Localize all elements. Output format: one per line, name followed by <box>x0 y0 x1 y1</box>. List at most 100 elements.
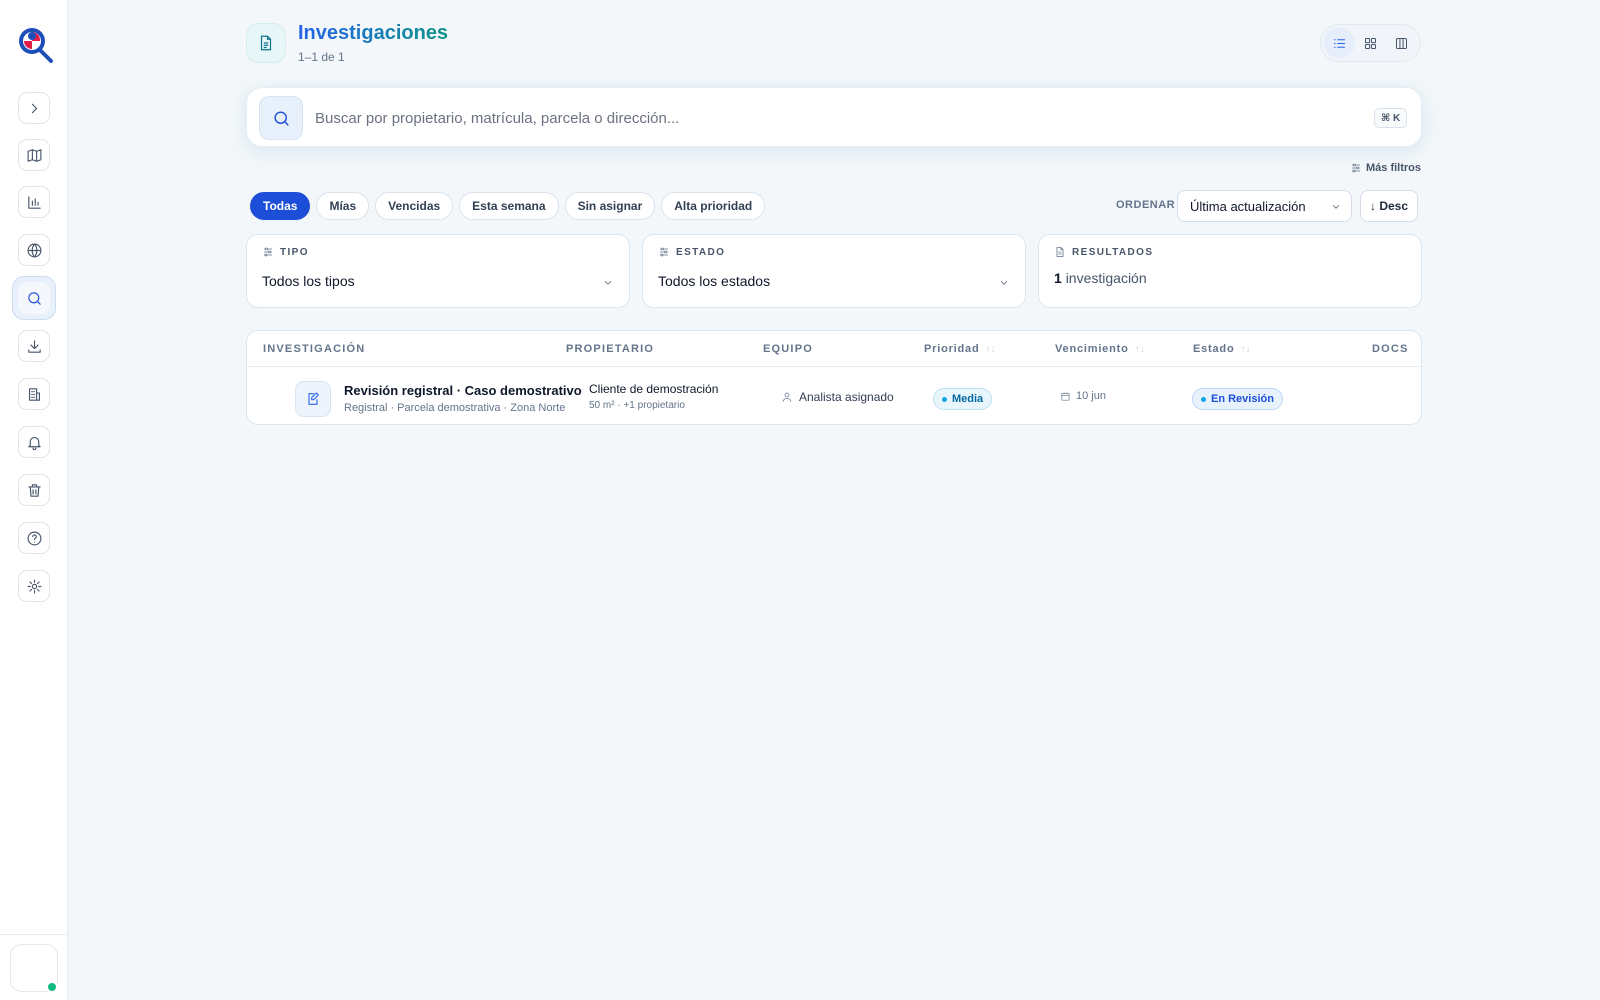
search-input[interactable] <box>315 103 1315 133</box>
view-mode-toggle <box>1320 24 1421 62</box>
column-prioridad-sort[interactable]: Prioridad ↑↓ <box>924 343 996 355</box>
sort-direction-button[interactable]: ↓ Desc <box>1360 190 1418 222</box>
results-label-wrap: RESULTADOS <box>1054 246 1153 258</box>
sliders-icon <box>264 247 272 257</box>
user-icon <box>782 392 792 402</box>
estado-label: ESTADO <box>676 246 726 258</box>
priority-dot <box>942 396 947 402</box>
chevron-down-icon <box>1000 281 1008 285</box>
sidebar-divider <box>0 934 68 935</box>
nav-download-button[interactable] <box>18 330 50 362</box>
tipo-label-wrap: TIPO <box>262 246 309 258</box>
sort-label: ORDENAR <box>1116 199 1176 211</box>
keyboard-shortcut-hint: ⌘ K <box>1374 108 1408 128</box>
results-label: RESULTADOS <box>1072 246 1154 258</box>
investigations-table: INVESTIGACIÓN PROPIETARIO EQUIPO Priorid… <box>246 330 1422 425</box>
columns-icon <box>1396 37 1407 49</box>
results-card: RESULTADOS 1 investigación <box>1038 234 1422 308</box>
column-docs-label: DOCS <box>1372 343 1409 355</box>
column-propietario: PROPIETARIO <box>566 343 654 355</box>
list-icon <box>1334 38 1345 48</box>
nav-map-button[interactable] <box>18 139 50 171</box>
expand-sidebar-button[interactable] <box>18 92 50 124</box>
sort-arrows-icon: ↑↓ <box>1134 343 1145 355</box>
table-header: INVESTIGACIÓN PROPIETARIO EQUIPO Priorid… <box>247 331 1421 367</box>
app-logo[interactable] <box>15 24 55 64</box>
page-title: Investigaciones <box>298 22 449 44</box>
column-propietario-label: PROPIETARIO <box>566 343 655 355</box>
chip-todas[interactable]: Todas <box>250 192 311 220</box>
chip-vencidas[interactable]: Vencidas <box>375 192 454 220</box>
nav-notifications-button[interactable] <box>18 426 50 458</box>
grid-view-button[interactable] <box>1355 28 1386 58</box>
column-equipo: EQUIPO <box>763 343 813 355</box>
results-count: 1 <box>1054 270 1062 286</box>
sliders-icon <box>660 247 668 257</box>
nav-analytics-button[interactable] <box>18 186 50 218</box>
list-view-button[interactable] <box>1324 28 1355 58</box>
sliders-icon <box>1352 163 1360 173</box>
chip-mias[interactable]: Mías <box>316 192 370 220</box>
map-icon <box>27 148 41 162</box>
row-due-date: 10 jun <box>1060 390 1106 402</box>
row-subtitle: Registral · Parcela demostrativa · Zona … <box>344 402 566 414</box>
estado-filter-card[interactable]: ESTADO Todos los estados <box>642 234 1026 308</box>
column-vencimiento-sort[interactable]: Vencimiento ↑↓ <box>1055 343 1145 355</box>
table-row[interactable]: Revisión registral · Caso demostrativo R… <box>247 367 1421 424</box>
row-team-label: Analista asignado <box>799 390 894 404</box>
sidebar <box>0 0 68 1000</box>
search-icon <box>273 110 289 126</box>
help-icon <box>27 531 41 545</box>
nav-search-button[interactable] <box>12 276 56 320</box>
column-estado-label: Estado <box>1193 343 1235 355</box>
search-button[interactable] <box>259 96 303 140</box>
tipo-filter-card[interactable]: TIPO Todos los tipos <box>246 234 630 308</box>
grid-icon <box>1365 37 1376 49</box>
chevron-down-icon <box>1332 205 1340 209</box>
nav-help-button[interactable] <box>18 522 50 554</box>
nav-buildings-button[interactable] <box>18 378 50 410</box>
building-icon <box>28 387 40 401</box>
results-value: 1 investigación <box>1054 270 1147 286</box>
column-vencimiento-label: Vencimiento <box>1055 343 1129 355</box>
priority-badge: Media <box>933 388 993 410</box>
status-dot <box>1201 396 1206 402</box>
online-status-indicator <box>46 981 58 993</box>
globe-icon <box>27 243 41 257</box>
row-title: Revisión registral · Caso demostrativo <box>344 383 582 398</box>
sort-arrows-icon: ↑↓ <box>985 343 996 355</box>
document-icon <box>1056 247 1064 257</box>
status-label: En Revisión <box>1211 393 1274 405</box>
chip-esta-semana[interactable]: Esta semana <box>459 192 559 220</box>
sort-select-value: Última actualización <box>1190 198 1306 214</box>
column-investigacion-label: INVESTIGACIÓN <box>263 343 366 355</box>
more-filters-button[interactable]: Más filtros <box>1350 162 1421 174</box>
row-team: Analista asignado <box>781 390 894 404</box>
nav-globe-button[interactable] <box>18 234 50 266</box>
row-due-label: 10 jun <box>1076 390 1106 402</box>
sort-select[interactable]: Última actualización <box>1177 190 1352 222</box>
row-owner: Cliente de demostración <box>589 382 719 396</box>
nav-settings-button[interactable] <box>18 570 50 602</box>
estado-label-wrap: ESTADO <box>658 246 725 258</box>
chip-alta-prioridad[interactable]: Alta prioridad <box>661 192 766 220</box>
column-prioridad-label: Prioridad <box>924 343 980 355</box>
calendar-icon <box>1061 391 1070 401</box>
chip-sin-asignar[interactable]: Sin asignar <box>564 192 656 220</box>
settings-icon <box>27 579 41 593</box>
column-estado-sort[interactable]: Estado ↑↓ <box>1193 343 1250 355</box>
trash-icon <box>27 483 41 497</box>
column-docs: DOCS <box>1372 343 1409 355</box>
chevron-down-icon <box>604 281 612 285</box>
row-owner-detail: 50 m² · +1 propietario <box>589 400 685 411</box>
nav-trash-button[interactable] <box>18 474 50 506</box>
search-icon <box>27 291 41 305</box>
column-investigacion: INVESTIGACIÓN <box>263 343 365 355</box>
results-unit: investigación <box>1065 270 1147 286</box>
document-icon <box>260 35 272 51</box>
search-bar: ⌘ K <box>246 87 1422 147</box>
nav-search-inner <box>18 282 50 314</box>
chevron-right-icon <box>31 103 37 113</box>
columns-view-button[interactable] <box>1386 28 1417 58</box>
tipo-label: TIPO <box>280 246 309 258</box>
